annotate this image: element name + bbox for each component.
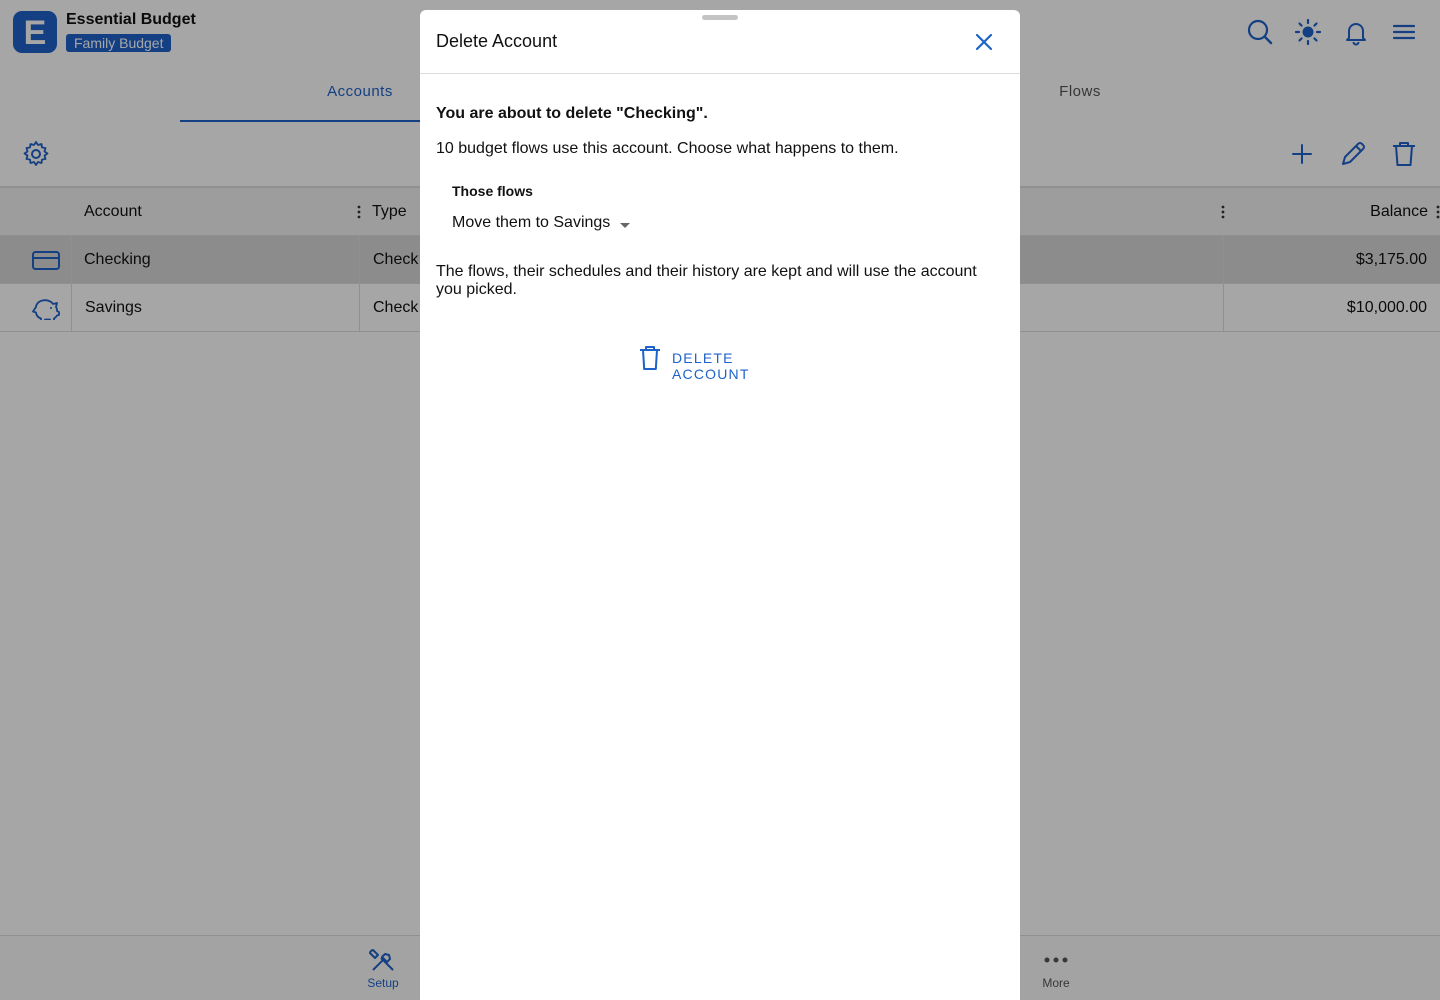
- delete-account-dialog: Delete Account You are about to delete "…: [420, 10, 1020, 1000]
- dialog-note: The flows, their schedules and their his…: [436, 263, 977, 298]
- close-icon[interactable]: [968, 26, 1000, 58]
- dialog-title: Delete Account: [436, 31, 558, 51]
- dialog-headline: You are about to delete "Checking".: [436, 105, 708, 122]
- dialog-header: Delete Account: [420, 10, 1020, 74]
- trash-icon: [636, 344, 664, 372]
- flows-action-value: Move them to Savings: [452, 214, 611, 231]
- flows-field-label: Those flows: [452, 183, 533, 199]
- dialog-subtext: 10 budget flows use this account. Choose…: [436, 140, 899, 157]
- delete-account-label: DELETE ACCOUNT: [672, 350, 750, 382]
- delete-account-button[interactable]: DELETE ACCOUNT: [636, 340, 812, 382]
- dropdown-caret-icon: [620, 223, 631, 228]
- flows-action-select[interactable]: Move them to Savings: [452, 214, 631, 238]
